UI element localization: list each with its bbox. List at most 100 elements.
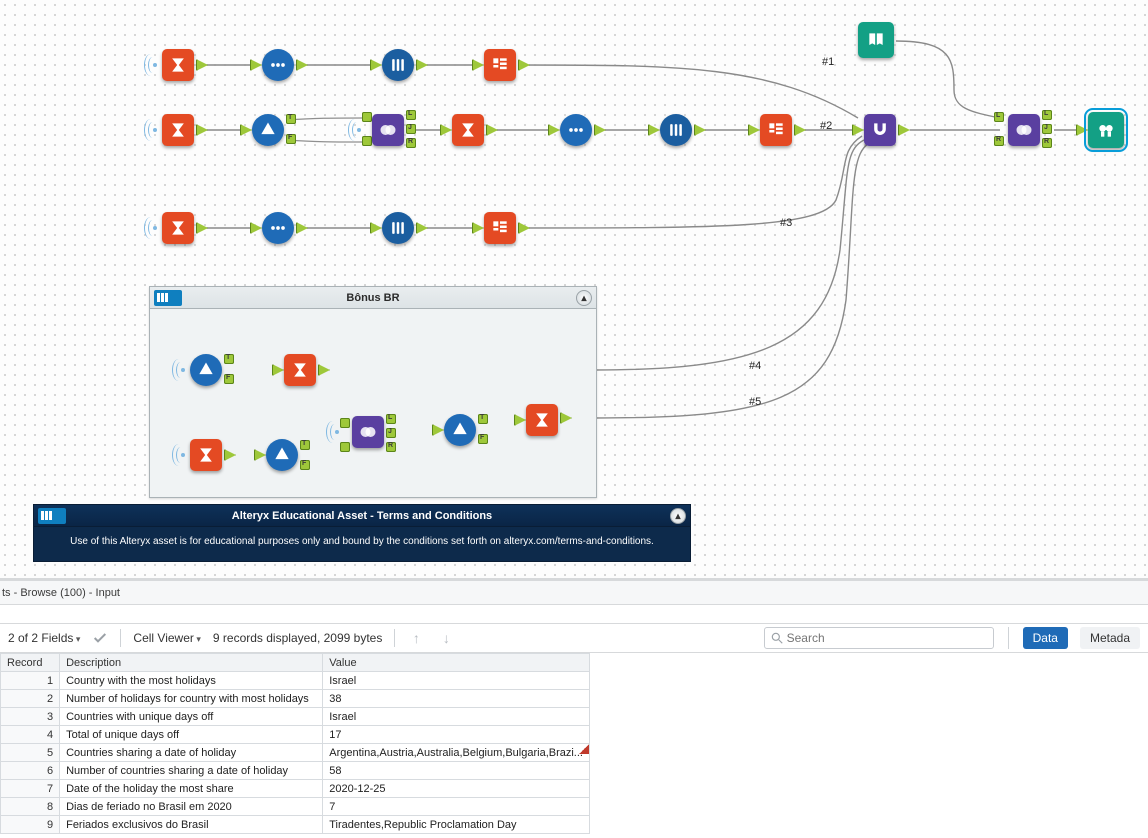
input-port[interactable]	[240, 124, 252, 136]
input-port[interactable]	[852, 124, 864, 136]
formula-tool[interactable]	[382, 49, 414, 81]
output-port[interactable]	[196, 59, 208, 71]
tab-metadata[interactable]: Metada	[1080, 627, 1140, 649]
port-label-r: R	[408, 138, 414, 145]
port-label-r: R	[388, 442, 394, 449]
output-port[interactable]	[196, 124, 208, 136]
input-port[interactable]	[250, 59, 262, 71]
transpose-tool[interactable]	[760, 114, 792, 146]
input-port[interactable]	[1076, 124, 1088, 136]
output-port[interactable]	[296, 222, 308, 234]
table-row[interactable]: 6Number of countries sharing a date of h…	[1, 762, 590, 780]
macro-tool[interactable]	[858, 22, 894, 58]
arrow-up-icon[interactable]: ↑	[407, 629, 425, 647]
filter-tool[interactable]	[266, 439, 298, 471]
join-tool[interactable]	[1008, 114, 1040, 146]
table-row[interactable]: 2Number of holidays for country with mos…	[1, 690, 590, 708]
container-header[interactable]: Alteryx Educational Asset - Terms and Co…	[34, 505, 690, 527]
output-port[interactable]	[416, 59, 428, 71]
output-port[interactable]	[794, 124, 806, 136]
cellviewer-dropdown[interactable]: Cell Viewer	[133, 631, 201, 645]
input-port[interactable]	[748, 124, 760, 136]
join-tool[interactable]	[352, 416, 384, 448]
table-row[interactable]: 4Total of unique days off17	[1, 726, 590, 744]
union-tool[interactable]	[864, 114, 896, 146]
workflow-canvas[interactable]: #1 #2 #3 #4 #5 T F L J R	[0, 0, 1148, 578]
col-record[interactable]: Record	[1, 654, 60, 672]
emitter-icon	[142, 55, 158, 75]
table-row[interactable]: 3Countries with unique days offIsrael	[1, 708, 590, 726]
check-icon[interactable]	[92, 630, 108, 646]
summarize-tool[interactable]	[190, 439, 222, 471]
input-port-l[interactable]	[340, 418, 350, 428]
wire-label-3: #3	[780, 217, 792, 229]
transpose-tool[interactable]	[484, 212, 516, 244]
cell-value: 38	[323, 690, 590, 708]
output-port[interactable]	[594, 124, 606, 136]
container-terms[interactable]: Alteryx Educational Asset - Terms and Co…	[33, 504, 691, 562]
container-header[interactable]: Bônus BR ▴	[150, 287, 596, 309]
select-tool[interactable]	[560, 114, 592, 146]
input-port-l[interactable]	[362, 112, 372, 122]
wire-label-2: #2	[820, 120, 832, 132]
arrow-down-icon[interactable]: ↓	[437, 629, 455, 647]
table-row[interactable]: 9Feriados exclusivos do BrasilTiradentes…	[1, 816, 590, 834]
summarize-tool[interactable]	[526, 404, 558, 436]
output-port[interactable]	[518, 59, 530, 71]
tab-data[interactable]: Data	[1023, 627, 1068, 649]
table-row[interactable]: 8Dias de feriado no Brasil em 20207	[1, 798, 590, 816]
summarize-tool[interactable]	[452, 114, 484, 146]
input-port[interactable]	[370, 59, 382, 71]
input-port[interactable]	[648, 124, 660, 136]
summarize-tool[interactable]	[284, 354, 316, 386]
output-port[interactable]	[898, 124, 910, 136]
table-row[interactable]: 1Country with the most holidaysIsrael	[1, 672, 590, 690]
filter-tool[interactable]	[444, 414, 476, 446]
output-port[interactable]	[518, 222, 530, 234]
formula-tool[interactable]	[660, 114, 692, 146]
emitter-icon	[142, 120, 158, 140]
formula-tool[interactable]	[382, 212, 414, 244]
output-port[interactable]	[296, 59, 308, 71]
input-port[interactable]	[472, 222, 484, 234]
col-value[interactable]: Value	[323, 654, 590, 672]
input-port[interactable]	[548, 124, 560, 136]
col-description[interactable]: Description	[60, 654, 323, 672]
input-port-r[interactable]	[362, 136, 372, 146]
cell-description: Countries sharing a date of holiday	[60, 744, 323, 762]
results-table[interactable]: Record Description Value 1Country with t…	[0, 653, 590, 834]
input-port[interactable]	[370, 222, 382, 234]
filter-tool[interactable]	[190, 354, 222, 386]
input-port[interactable]	[440, 124, 452, 136]
browse-tool[interactable]	[1088, 112, 1124, 148]
summarize-tool[interactable]	[162, 49, 194, 81]
cell-value: Israel	[323, 708, 590, 726]
output-port[interactable]	[486, 124, 498, 136]
port-label-true: T	[226, 354, 231, 361]
output-port[interactable]	[694, 124, 706, 136]
select-tool[interactable]	[262, 49, 294, 81]
cell-record: 4	[1, 726, 60, 744]
input-port[interactable]	[250, 222, 262, 234]
cell-description: Number of countries sharing a date of ho…	[60, 762, 323, 780]
collapse-button[interactable]: ▴	[670, 508, 686, 524]
output-port[interactable]	[416, 222, 428, 234]
emitter-icon	[346, 120, 362, 140]
collapse-button[interactable]: ▴	[576, 290, 592, 306]
cell-description: Feriados exclusivos do Brasil	[60, 816, 323, 834]
port-label-j: J	[1044, 124, 1049, 131]
summarize-tool[interactable]	[162, 212, 194, 244]
table-row[interactable]: 7Date of the holiday the most share2020-…	[1, 780, 590, 798]
output-port[interactable]	[196, 222, 208, 234]
input-port[interactable]	[472, 59, 484, 71]
filter-tool[interactable]	[252, 114, 284, 146]
select-tool[interactable]	[262, 212, 294, 244]
input-port-r[interactable]	[340, 442, 350, 452]
transpose-tool[interactable]	[484, 49, 516, 81]
fields-dropdown[interactable]: 2 of 2 Fields	[8, 631, 80, 645]
join-tool[interactable]	[372, 114, 404, 146]
table-row[interactable]: 5Countries sharing a date of holidayArge…	[1, 744, 590, 762]
search-input[interactable]	[764, 627, 994, 649]
summarize-tool[interactable]	[162, 114, 194, 146]
port-label-false: F	[480, 434, 485, 441]
